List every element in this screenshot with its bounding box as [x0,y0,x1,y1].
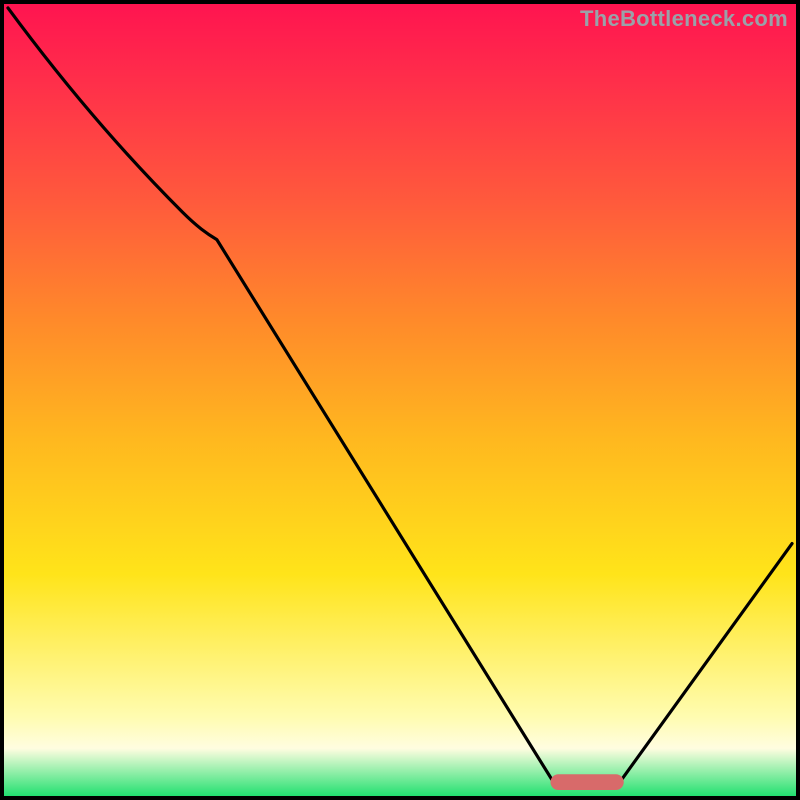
optimal-marker [550,774,623,790]
chart-frame: TheBottleneck.com [0,0,800,800]
chart-svg [4,4,796,796]
bottleneck-curve [8,8,792,782]
